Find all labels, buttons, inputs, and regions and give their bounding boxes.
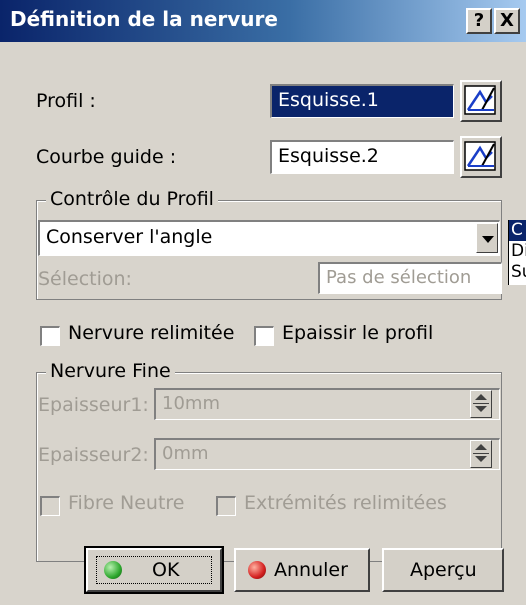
merge-ends-checkbox[interactable] [216,496,236,516]
merge-ends-label: Extrémités relimitées [244,492,447,514]
neutral-fiber-label: Fibre Neutre [68,492,185,514]
ok-button[interactable]: OK [84,546,224,594]
relimited-checkbox[interactable] [40,326,60,346]
sketcher-icon [464,85,496,115]
window-title: Définition de la nervure [10,7,278,31]
cancel-icon [248,561,266,579]
thicken-checkbox[interactable] [254,326,274,346]
profile-label: Profil : [36,90,96,112]
thickness1-spinner[interactable] [470,390,492,418]
close-button[interactable]: X [494,8,520,34]
profile-control-dropdown-list: C Di Su [508,220,526,285]
dropdown-option[interactable]: Su [509,262,526,283]
profile-field[interactable]: Esquisse.1 [270,84,454,118]
dropdown-option[interactable]: C [509,220,526,241]
sketcher-icon [464,141,496,171]
thicken-label: Epaissir le profil [282,322,434,344]
thin-rib-legend: Nervure Fine [46,360,175,382]
preview-button[interactable]: Aperçu [382,548,504,592]
title-bar: Définition de la nervure ? X [0,0,526,42]
relimited-label: Nervure relimitée [68,322,235,344]
profile-sketch-button[interactable] [460,80,502,122]
profile-control-select[interactable]: Conserver l'angle [38,220,500,256]
chevron-down-icon[interactable] [476,223,498,253]
thickness2-field[interactable]: 0mm [154,438,500,470]
selection-field[interactable]: Pas de sélection [318,262,502,294]
thickness2-spinner[interactable] [470,440,492,468]
dropdown-option[interactable]: Di [509,241,526,262]
profile-control-value: Conserver l'angle [46,226,213,248]
guide-field[interactable]: Esquisse.2 [270,140,454,174]
thickness1-label: Epaisseur1: [38,394,149,416]
guide-sketch-button[interactable] [460,136,502,178]
help-button[interactable]: ? [466,8,492,34]
dialog-body: Profil : Esquisse.1 Courbe guide : Esqui… [0,42,526,605]
selection-label: Sélection: [38,268,132,290]
neutral-fiber-checkbox[interactable] [40,496,60,516]
profile-control-legend: Contrôle du Profil [46,188,218,210]
thickness2-label: Epaisseur2: [38,444,149,466]
guide-label: Courbe guide : [36,146,177,168]
cancel-button[interactable]: Annuler [234,548,370,592]
ok-icon [104,561,122,579]
thickness1-field[interactable]: 10mm [154,388,500,420]
